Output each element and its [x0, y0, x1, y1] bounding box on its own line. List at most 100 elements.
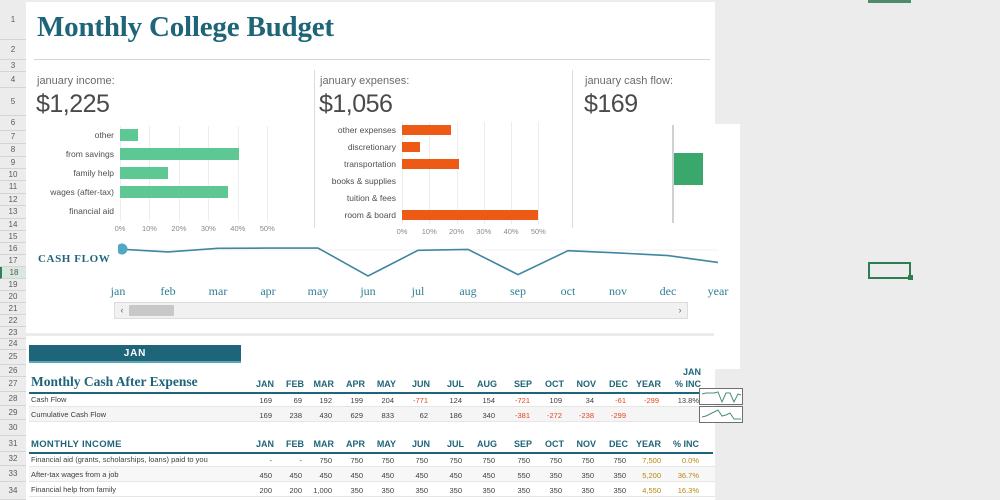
row-header-2[interactable]: 2: [0, 40, 26, 60]
scroll-right-arrow[interactable]: ›: [673, 306, 687, 315]
row-header-15[interactable]: 15: [0, 231, 26, 243]
row-header-28[interactable]: 28: [0, 392, 26, 406]
row-header-3[interactable]: 3: [0, 60, 26, 72]
cash-flow-line-path: [118, 247, 718, 277]
bar-category-label: transportation: [344, 159, 396, 169]
cell-value: 350: [449, 486, 462, 495]
month-label-nov[interactable]: nov: [597, 284, 639, 299]
panel-divider-1: [314, 70, 315, 228]
bar-row: other: [36, 126, 296, 145]
bar-category-label: books & supplies: [331, 176, 396, 186]
cash-table-col-aug: AUG: [477, 379, 497, 389]
sparkline-cell-cumulative[interactable]: [699, 406, 743, 423]
cell-value: 204: [381, 396, 394, 405]
axis-tick-label: 30%: [476, 227, 492, 236]
horizontal-scrollbar[interactable]: ‹ ›: [114, 302, 688, 319]
cell-value: 350: [415, 486, 428, 495]
line-chart-marker-jan[interactable]: [118, 243, 128, 255]
cash-flow-sparkline: [118, 243, 718, 277]
cell-value: -299: [643, 396, 659, 405]
row-header-6[interactable]: 6: [0, 116, 26, 131]
row-header-31[interactable]: 31: [0, 436, 26, 452]
row-header-24[interactable]: 24: [0, 339, 26, 350]
row-header-16[interactable]: 16: [0, 243, 26, 255]
month-label-jun[interactable]: jun: [347, 284, 389, 299]
row-header-8[interactable]: 8: [0, 144, 26, 157]
table-row[interactable]: After-tax wages from a job 450 450 450 450 45…: [29, 467, 715, 482]
row-header-label: 14: [8, 219, 18, 229]
cell-value: 350: [613, 486, 626, 495]
income-summary-value: $1,225: [36, 90, 110, 118]
table-row[interactable]: Financial help from family 200 200 1,000 350…: [29, 482, 715, 497]
month-label-oct[interactable]: oct: [547, 284, 589, 299]
month-label-mar[interactable]: mar: [197, 284, 239, 299]
scroll-left-arrow[interactable]: ‹: [115, 306, 129, 315]
cell-value: 350: [350, 486, 363, 495]
selected-cell[interactable]: [868, 262, 911, 279]
row-header-label: 9: [10, 157, 16, 167]
cell-value: 750: [415, 456, 428, 465]
row-header-label: 6: [10, 118, 16, 127]
row-header-33[interactable]: 33: [0, 466, 26, 482]
row-header-14[interactable]: 14: [0, 219, 26, 231]
sparkline-cell-cashflow[interactable]: [699, 388, 743, 405]
table-row[interactable]: Cash Flow 169 69 192 199 204 -771 124 154 -721 109…: [29, 392, 715, 407]
month-label-apr[interactable]: apr: [247, 284, 289, 299]
row-header-34[interactable]: 34: [0, 482, 26, 500]
month-label-feb[interactable]: feb: [147, 284, 189, 299]
row-header-label: 17: [8, 255, 18, 265]
sparkline-cumulative-icon: [701, 409, 741, 420]
cash-table-col-nov: NOV: [576, 379, 596, 389]
row-header-7[interactable]: 7: [0, 131, 26, 144]
row-header-10[interactable]: 10: [0, 169, 26, 181]
row-header-20[interactable]: 20: [0, 291, 26, 303]
income-table-col-dec: DEC: [608, 439, 628, 449]
row-header-4[interactable]: 4: [0, 72, 26, 88]
cell-value: 450: [449, 471, 462, 480]
month-label-aug[interactable]: aug: [447, 284, 489, 299]
row-header-12[interactable]: 12: [0, 194, 26, 206]
row-header-32[interactable]: 32: [0, 452, 26, 466]
row-header-18[interactable]: 18: [0, 267, 26, 279]
sparkline-cashflow-icon: [701, 391, 742, 404]
table-row[interactable]: Cumulative Cash Flow 169 238 430 629 833 62 186…: [29, 407, 715, 422]
month-selector-banner[interactable]: JAN: [29, 345, 241, 363]
month-label-sep[interactable]: sep: [497, 284, 539, 299]
cell-value: 199: [350, 396, 363, 405]
cash-table-col-year: YEAR: [635, 379, 661, 389]
cell-pct-inc: 36.7%: [677, 471, 699, 480]
row-header-25[interactable]: 25: [0, 350, 26, 365]
scrollbar-thumb[interactable]: [129, 305, 174, 316]
row-header-27[interactable]: 27: [0, 377, 26, 392]
table-row[interactable]: Financial aid (grants, scholarships, loa…: [29, 452, 715, 467]
cashflow-waterfall-chart: [586, 125, 714, 225]
row-header-17[interactable]: 17: [0, 255, 26, 267]
row-header-13[interactable]: 13: [0, 206, 26, 219]
row-header-29[interactable]: 29: [0, 406, 26, 420]
bar-row: tuition & fees: [318, 190, 566, 207]
cell-value: 750: [350, 456, 363, 465]
bar-segment: [402, 142, 420, 152]
month-label-jan[interactable]: jan: [97, 284, 139, 299]
month-label-jul[interactable]: jul: [397, 284, 439, 299]
row-header-11[interactable]: 11: [0, 181, 26, 194]
row-header-19[interactable]: 19: [0, 279, 26, 291]
cell-value: 1,000: [313, 486, 332, 495]
row-header-5[interactable]: 5: [0, 88, 26, 116]
bar-row: other expenses: [318, 122, 566, 139]
bar-segment: [120, 148, 240, 160]
row-header-26[interactable]: 26: [0, 365, 26, 377]
row-header-1[interactable]: 1: [0, 0, 26, 40]
row-header-9[interactable]: 9: [0, 157, 26, 169]
row-header-23[interactable]: 23: [0, 327, 26, 339]
row-header-21[interactable]: 21: [0, 303, 26, 315]
month-label-year[interactable]: year: [697, 284, 739, 299]
row-header-label: 34: [8, 485, 18, 495]
cell-value: 750: [549, 456, 562, 465]
row-header-22[interactable]: 22: [0, 315, 26, 327]
month-label-dec[interactable]: dec: [647, 284, 689, 299]
row-header-30[interactable]: 30: [0, 420, 26, 436]
fill-handle[interactable]: [908, 275, 913, 280]
cash-table-col-sep: SEP: [513, 379, 532, 389]
month-label-may[interactable]: may: [297, 284, 339, 299]
